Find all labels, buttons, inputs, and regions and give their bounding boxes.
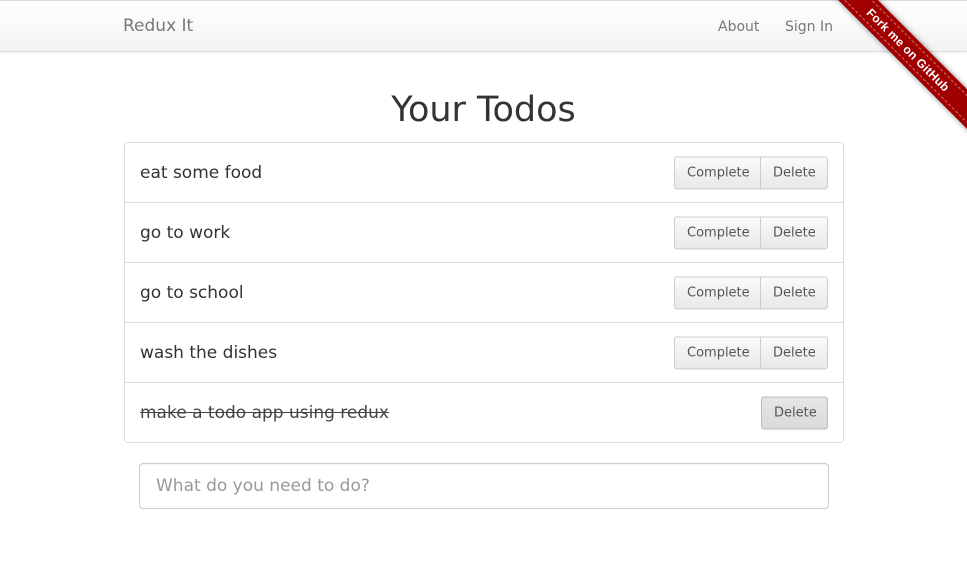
todo-item: wash the dishes Complete Delete	[125, 322, 843, 382]
todo-text: go to work	[140, 222, 231, 243]
todo-list: eat some food Complete Delete go to work…	[124, 142, 844, 443]
todo-item-completed: make a todo app using redux Delete	[125, 382, 843, 442]
delete-button[interactable]: Delete	[761, 156, 828, 189]
todo-text: go to school	[140, 282, 244, 303]
fork-ribbon-label: Fork me on GitHub	[827, 0, 967, 132]
todo-actions: Delete	[761, 396, 828, 429]
complete-button[interactable]: Complete	[674, 336, 761, 369]
delete-button[interactable]: Delete	[761, 336, 828, 369]
todo-actions: Complete Delete	[674, 276, 828, 309]
todo-actions: Complete Delete	[674, 336, 828, 369]
complete-button[interactable]: Complete	[674, 276, 761, 309]
navbar: Redux It About Sign In	[0, 0, 967, 52]
complete-button[interactable]: Complete	[674, 216, 761, 249]
page-title: Your Todos	[391, 90, 576, 130]
todo-item: go to school Complete Delete	[125, 262, 843, 322]
complete-button[interactable]: Complete	[674, 156, 761, 189]
todo-text: eat some food	[140, 162, 263, 183]
nav-link-about[interactable]: About	[718, 19, 759, 35]
delete-button[interactable]: Delete	[761, 276, 828, 309]
fork-me-on-github-link[interactable]: Fork me on GitHub	[827, 0, 967, 135]
delete-button[interactable]: Delete	[761, 396, 828, 429]
todo-item: eat some food Complete Delete	[125, 143, 843, 202]
brand-link[interactable]: Redux It	[123, 16, 193, 36]
todo-item: go to work Complete Delete	[125, 202, 843, 262]
todo-text: wash the dishes	[140, 342, 278, 363]
fork-ribbon: Fork me on GitHub	[827, 0, 967, 140]
nav-link-sign-in[interactable]: Sign In	[785, 19, 833, 35]
todo-actions: Complete Delete	[674, 216, 828, 249]
new-todo-input[interactable]	[139, 463, 829, 509]
todo-actions: Complete Delete	[674, 156, 828, 189]
delete-button[interactable]: Delete	[761, 216, 828, 249]
todo-text: make a todo app using redux	[140, 402, 389, 423]
